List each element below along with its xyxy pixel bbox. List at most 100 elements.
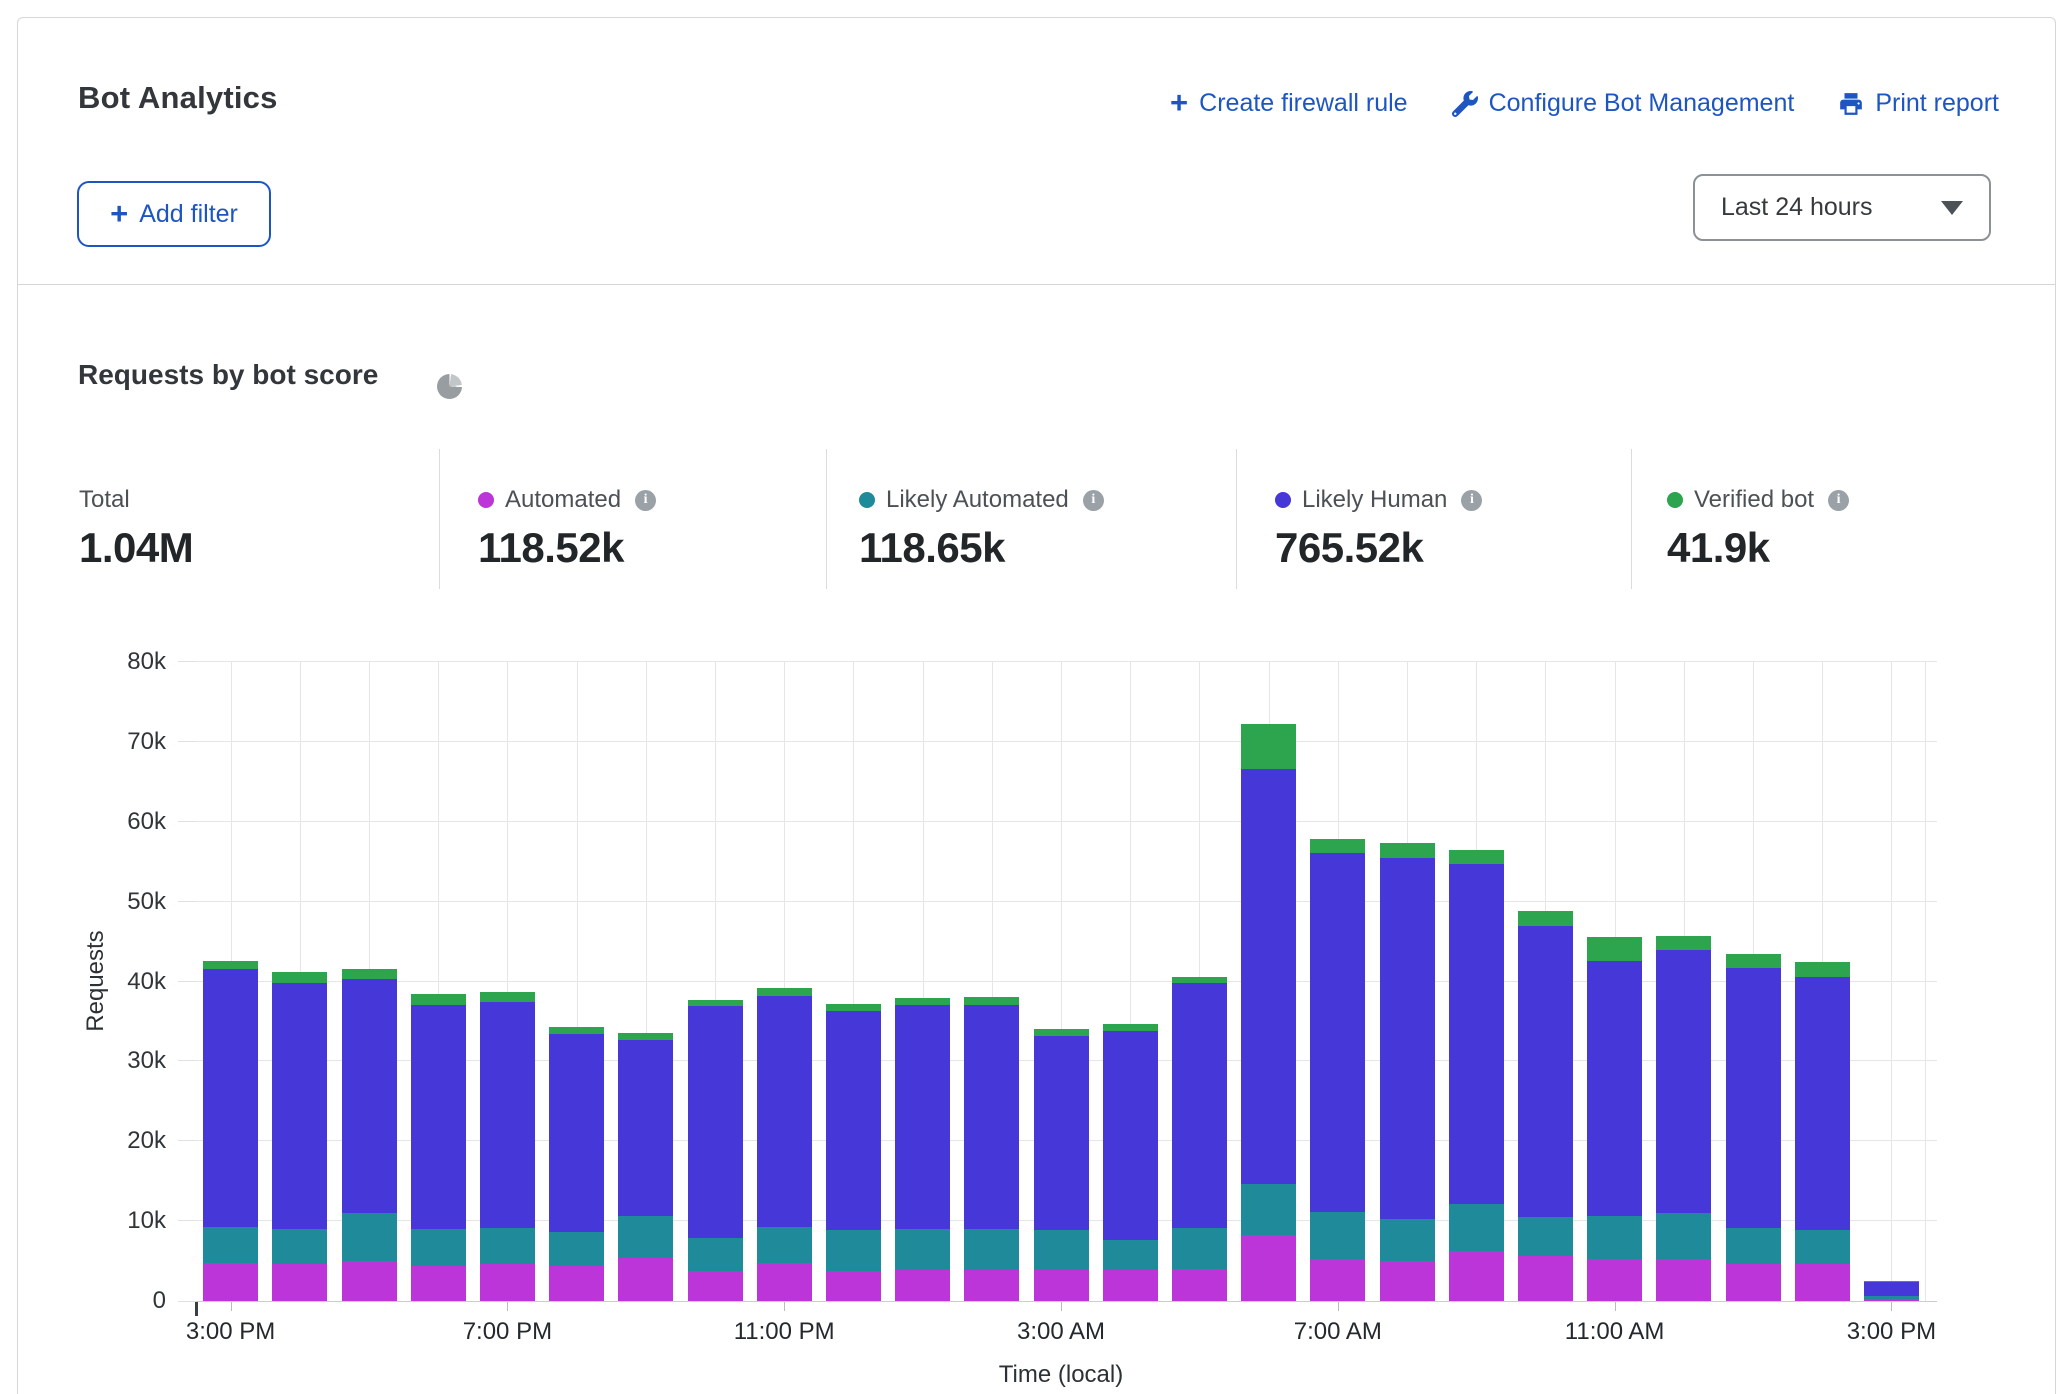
print-report-link[interactable]: Print report: [1838, 89, 1999, 118]
plus-icon: +: [1170, 87, 1188, 118]
configure-bot-management-link[interactable]: Configure Bot Management: [1452, 89, 1795, 118]
bar-segment-automated: [1587, 1259, 1642, 1301]
bar-segment-automated: [1518, 1256, 1573, 1301]
x-tick-mark: [784, 1302, 785, 1311]
bar-segment-likely-automated: [272, 1229, 327, 1264]
stacked-bar-900am[interactable]: [1449, 850, 1504, 1301]
bar-segment-verified-bot: [1310, 839, 1365, 853]
stacked-bar-300am[interactable]: [1034, 1029, 1089, 1301]
bar-segment-automated: [1034, 1270, 1089, 1301]
bar-segment-verified-bot: [757, 988, 812, 996]
x-axis-origin-tick: [195, 1301, 198, 1316]
stacked-bar-1200am[interactable]: [826, 1004, 881, 1301]
info-icon[interactable]: i: [1461, 490, 1482, 511]
stacked-bar-400am[interactable]: [1103, 1024, 1158, 1301]
bar-segment-likely-human: [1726, 968, 1781, 1228]
bar-segment-automated: [826, 1271, 881, 1301]
time-range-select[interactable]: Last 24 hours: [1693, 174, 1991, 241]
bar-segment-likely-automated: [1726, 1228, 1781, 1265]
create-firewall-rule-link[interactable]: + Create firewall rule: [1170, 88, 1408, 119]
stacked-bar-600am[interactable]: [1241, 724, 1296, 1301]
y-tick-mark: [178, 901, 196, 902]
stacked-bar-1000am[interactable]: [1518, 911, 1573, 1301]
printer-icon: [1838, 91, 1864, 117]
info-icon[interactable]: i: [635, 490, 656, 511]
stacked-bar-800am[interactable]: [1380, 843, 1435, 1301]
bot-analytics-card: Bot Analytics + Create firewall rule Con…: [17, 17, 2056, 1394]
legend-dot-icon: [1667, 492, 1683, 508]
gridline-vertical: [1925, 662, 1926, 1301]
time-range-value: Last 24 hours: [1721, 193, 1941, 222]
x-tick-label: 3:00 AM: [981, 1318, 1141, 1346]
stacked-bar-500am[interactable]: [1172, 977, 1227, 1301]
plus-icon: +: [110, 198, 128, 229]
create-firewall-rule-label: Create firewall rule: [1199, 89, 1407, 118]
bar-segment-likely-automated: [411, 1229, 466, 1266]
stacked-bar-1000pm[interactable]: [688, 1000, 743, 1301]
bar-segment-likely-automated: [757, 1227, 812, 1264]
bar-segment-automated: [1310, 1259, 1365, 1301]
page-title: Bot Analytics: [78, 80, 278, 116]
stat-label: Automated: [505, 486, 621, 514]
stacked-bar-300pm[interactable]: [203, 961, 258, 1301]
bar-segment-likely-human: [757, 996, 812, 1227]
stacked-bar-700am[interactable]: [1310, 839, 1365, 1301]
gridline-horizontal: [196, 741, 1937, 742]
bar-segment-likely-human: [411, 1005, 466, 1229]
stacked-bar-1200pm[interactable]: [1656, 936, 1711, 1301]
header-actions: + Create firewall rule Configure Bot Man…: [1170, 88, 1999, 119]
stacked-bar-300pm[interactable]: [1864, 1281, 1919, 1301]
bar-segment-likely-automated: [618, 1216, 673, 1258]
stacked-bar-400pm[interactable]: [272, 972, 327, 1301]
bar-segment-verified-bot: [342, 969, 397, 979]
y-tick-mark: [178, 981, 196, 982]
legend-dot-icon: [1275, 492, 1291, 508]
bar-segment-likely-human: [895, 1005, 950, 1229]
x-tick-mark: [1615, 1302, 1616, 1311]
x-tick-mark: [1891, 1302, 1892, 1311]
bar-segment-likely-human: [688, 1006, 743, 1238]
x-tick-label: 11:00 AM: [1535, 1318, 1695, 1346]
stacked-bar-600pm[interactable]: [411, 994, 466, 1301]
bar-segment-verified-bot: [1449, 850, 1504, 864]
stat-divider: [1236, 449, 1237, 589]
stat-label: Likely Human: [1302, 486, 1447, 514]
stacked-bar-1100am[interactable]: [1587, 937, 1642, 1301]
x-tick-mark: [231, 1302, 232, 1311]
y-tick-mark: [178, 661, 196, 662]
bar-segment-automated: [272, 1264, 327, 1301]
bar-segment-likely-automated: [1587, 1216, 1642, 1259]
bar-segment-verified-bot: [964, 997, 1019, 1004]
bar-segment-likely-automated: [1518, 1217, 1573, 1256]
y-tick-label: 20k: [46, 1129, 166, 1153]
bar-segment-automated: [1656, 1259, 1711, 1301]
stacked-bar-700pm[interactable]: [480, 992, 535, 1301]
stacked-bar-200pm[interactable]: [1795, 962, 1850, 1301]
y-tick-mark: [178, 1301, 196, 1302]
stacked-bar-100am[interactable]: [895, 998, 950, 1301]
bar-segment-verified-bot: [895, 998, 950, 1005]
bar-segment-likely-human: [272, 983, 327, 1229]
x-tick-label: 3:00 PM: [1811, 1318, 1971, 1346]
info-icon[interactable]: i: [1828, 490, 1849, 511]
bar-segment-automated: [549, 1266, 604, 1301]
bar-segment-likely-automated: [480, 1228, 535, 1265]
bar-segment-likely-automated: [1241, 1184, 1296, 1235]
stacked-bar-900pm[interactable]: [618, 1033, 673, 1301]
bar-segment-verified-bot: [826, 1004, 881, 1011]
bar-segment-verified-bot: [1795, 962, 1850, 976]
stacked-bar-800pm[interactable]: [549, 1027, 604, 1301]
stacked-bar-1100pm[interactable]: [757, 988, 812, 1301]
bar-segment-verified-bot: [1241, 724, 1296, 769]
stacked-bar-100pm[interactable]: [1726, 954, 1781, 1301]
bar-segment-likely-automated: [1656, 1213, 1711, 1259]
y-tick-label: 50k: [46, 890, 166, 914]
bar-segment-likely-human: [1449, 864, 1504, 1204]
stacked-bar-500pm[interactable]: [342, 969, 397, 1301]
stacked-bar-200am[interactable]: [964, 997, 1019, 1301]
y-tick-label: 70k: [46, 730, 166, 754]
stat-divider: [1631, 449, 1632, 589]
bar-segment-verified-bot: [1518, 911, 1573, 925]
add-filter-button[interactable]: + Add filter: [77, 181, 271, 247]
info-icon[interactable]: i: [1083, 490, 1104, 511]
